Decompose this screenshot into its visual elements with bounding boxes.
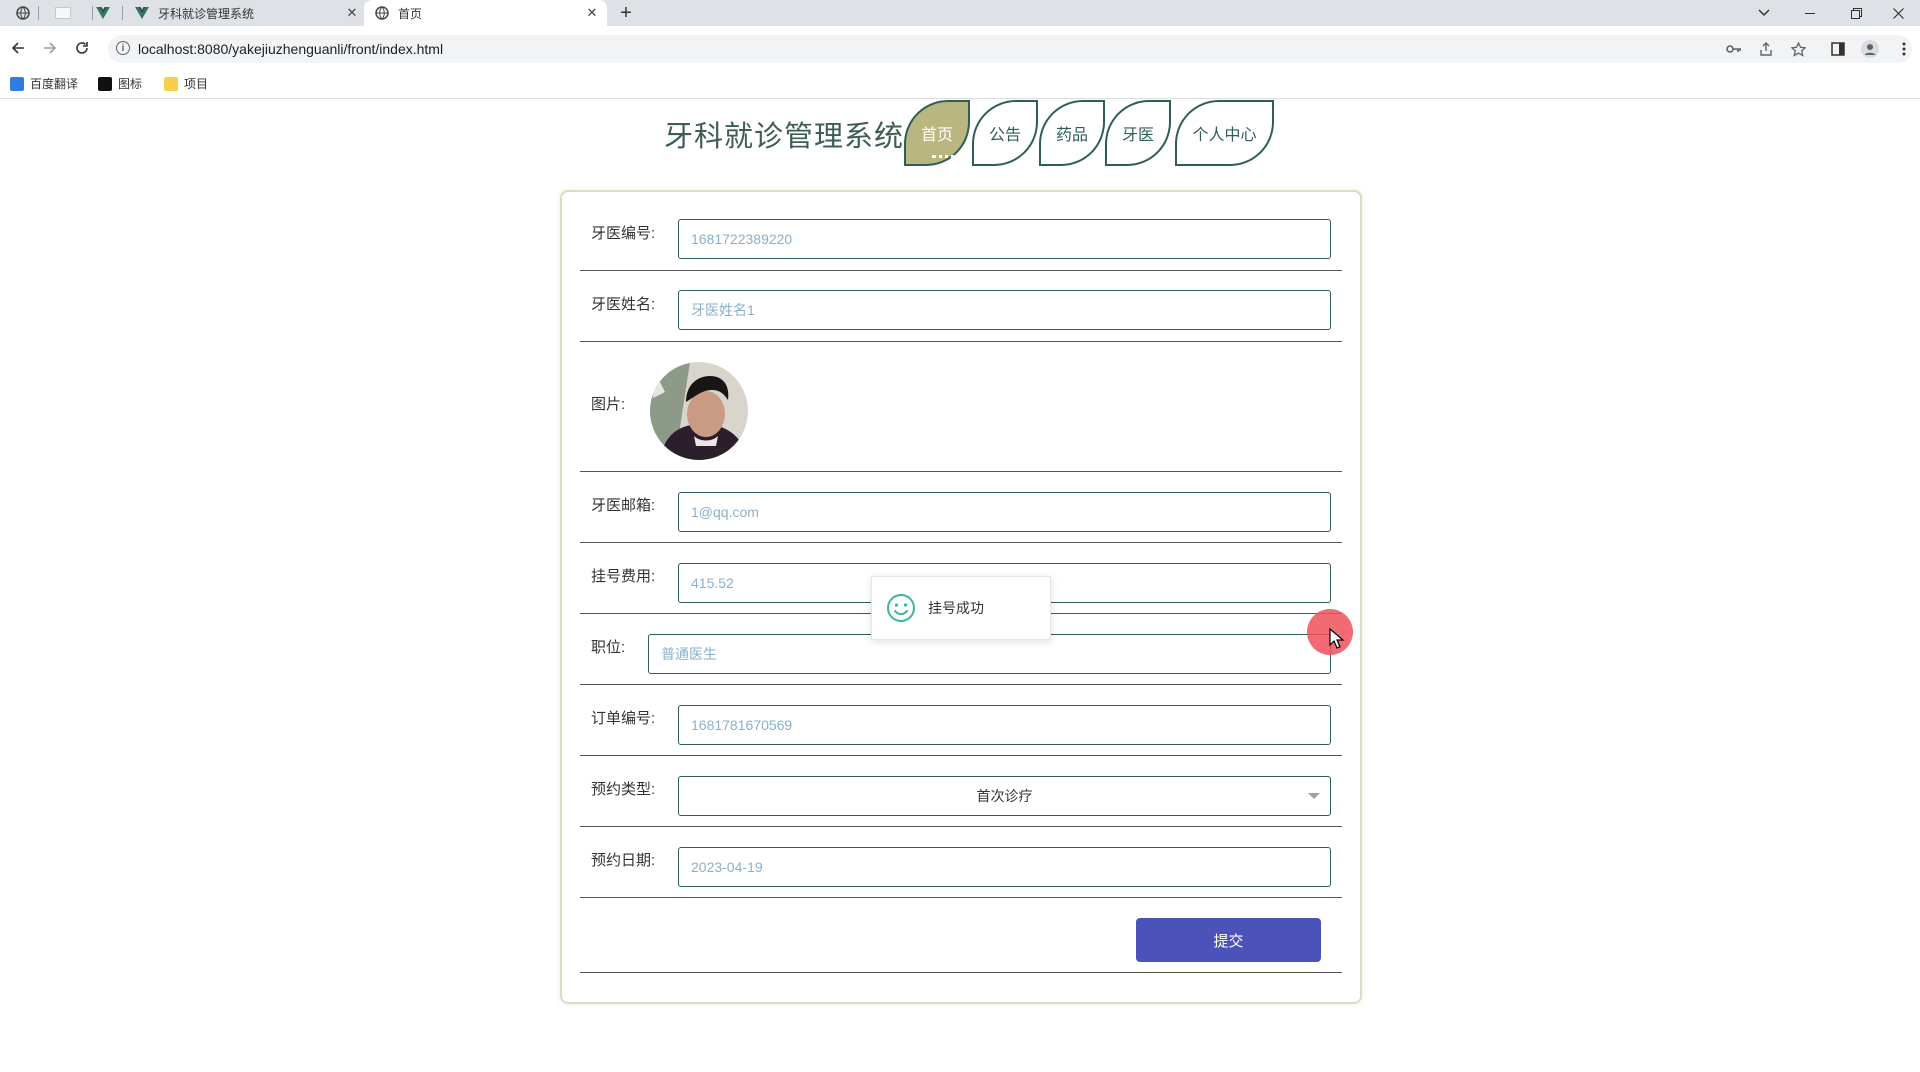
mouse-pointer-icon <box>1329 628 1345 649</box>
close-tab-icon[interactable]: ✕ <box>343 5 361 21</box>
chevron-down-icon <box>1308 793 1320 799</box>
profile-avatar-icon[interactable] <box>1860 39 1880 59</box>
appointment-date-input[interactable]: 2023-04-19 <box>678 847 1331 887</box>
tab-yake-system[interactable]: 牙科就诊管理系统 ✕ <box>124 0 367 26</box>
address-bar[interactable]: i localhost:8080/yakejiuzhenguanli/front… <box>108 35 1912 63</box>
nav-home[interactable]: 首页 <box>904 100 970 166</box>
nav-dentist[interactable]: 牙医 <box>1105 100 1171 166</box>
bookmark-star-icon[interactable] <box>1788 39 1808 59</box>
order-number-value: 1681781670569 <box>691 717 793 733</box>
restore-icon[interactable] <box>1834 0 1878 26</box>
bookmark-label: 项目 <box>184 77 209 91</box>
position-value: 普通医生 <box>661 646 717 662</box>
tab-home[interactable]: 首页 ✕ <box>364 0 607 26</box>
menu-kebab-icon[interactable] <box>1894 39 1914 59</box>
pinned-tab-blank[interactable] <box>48 0 78 26</box>
dentist-email-label: 牙医邮箱: <box>591 497 656 514</box>
tab-search-icon[interactable] <box>1742 0 1786 26</box>
share-icon[interactable] <box>1756 39 1776 59</box>
nav-medicine[interactable]: 药品 <box>1039 100 1105 166</box>
tab-title: 牙科就诊管理系统 <box>158 6 255 21</box>
dentist-name-label: 牙医姓名: <box>591 296 656 313</box>
nav-medicine-label: 药品 <box>1055 127 1088 144</box>
close-tab-icon[interactable]: ✕ <box>583 5 601 21</box>
photo-label: 图片: <box>591 396 626 413</box>
toast-message: 挂号成功 <box>928 600 984 616</box>
folder-icon <box>164 76 178 91</box>
dentist-id-label: 牙医编号: <box>591 225 656 242</box>
image-icon <box>98 76 112 91</box>
forward-arrow-icon[interactable] <box>38 36 62 60</box>
dentist-name-input[interactable]: 牙医姓名1 <box>678 290 1331 330</box>
registration-fee-value: 415.52 <box>691 575 734 591</box>
site-title: 牙科就诊管理系统 <box>664 121 905 153</box>
appointment-date-value: 2023-04-19 <box>691 859 763 875</box>
pinned-tab-globe[interactable] <box>8 0 38 26</box>
submit-button[interactable]: 提交 <box>1136 918 1321 962</box>
blank-page-icon <box>55 7 71 19</box>
bookmark-icons[interactable]: 图标 <box>98 75 142 92</box>
smile-icon <box>887 594 915 622</box>
pinned-tab-vue[interactable] <box>88 0 118 26</box>
nav-personal-center[interactable]: 个人中心 <box>1175 100 1274 166</box>
bookmark-baidu-translate[interactable]: 百度翻译 <box>10 75 78 92</box>
vue-logo-icon <box>96 7 110 19</box>
globe-icon <box>16 6 30 20</box>
browser-toolbar: i localhost:8080/yakejiuzhenguanli/front… <box>0 26 1920 70</box>
browser-tab-strip: 牙科就诊管理系统 ✕ 首页 ✕ + <box>0 0 1920 26</box>
new-tab-button[interactable]: + <box>614 0 638 26</box>
side-panel-icon[interactable] <box>1828 39 1848 59</box>
site-info-icon[interactable]: i <box>116 41 130 55</box>
nav-home-label: 首页 <box>920 127 953 144</box>
password-key-icon[interactable] <box>1724 39 1744 59</box>
nav-notice[interactable]: 公告 <box>972 100 1038 166</box>
tab-title: 首页 <box>398 6 423 21</box>
appointment-date-label: 预约日期: <box>591 852 656 869</box>
order-number-label: 订单编号: <box>591 710 656 727</box>
position-input[interactable]: 普通医生 <box>648 634 1331 674</box>
back-arrow-icon[interactable] <box>6 36 30 60</box>
appointment-type-value: 首次诊疗 <box>976 788 1033 804</box>
nav-notice-label: 公告 <box>988 127 1021 144</box>
nav-dentist-label: 牙医 <box>1121 127 1154 144</box>
translate-icon <box>10 76 24 91</box>
url-text: localhost:8080/yakejiuzhenguanli/front/i… <box>138 41 444 57</box>
globe-icon <box>375 6 389 20</box>
bookmark-label: 图标 <box>118 77 143 91</box>
success-toast: 挂号成功 <box>871 576 1051 640</box>
position-label: 职位: <box>591 639 626 656</box>
appointment-type-label: 预约类型: <box>591 781 656 798</box>
dentist-id-value: 1681722389220 <box>691 231 793 247</box>
minimize-icon[interactable] <box>1788 0 1832 26</box>
dentist-photo <box>650 362 748 460</box>
dentist-email-input[interactable]: 1@qq.com <box>678 492 1331 532</box>
reload-icon[interactable] <box>70 36 94 60</box>
bookmark-folder-project[interactable]: 项目 <box>164 75 208 92</box>
registration-fee-label: 挂号费用: <box>591 568 656 585</box>
order-number-input[interactable]: 1681781670569 <box>678 705 1331 745</box>
nav-personal-center-label: 个人中心 <box>1192 127 1257 144</box>
dentist-name-value: 牙医姓名1 <box>691 302 755 318</box>
vue-logo-icon <box>135 7 149 19</box>
close-window-icon[interactable] <box>1876 0 1920 26</box>
bookmarks-bar: 百度翻译 图标 项目 <box>0 70 1920 99</box>
bookmark-label: 百度翻译 <box>30 77 79 91</box>
dentist-email-value: 1@qq.com <box>691 504 759 520</box>
appointment-type-select[interactable]: 首次诊疗 <box>678 776 1331 816</box>
dentist-id-input[interactable]: 1681722389220 <box>678 219 1331 259</box>
